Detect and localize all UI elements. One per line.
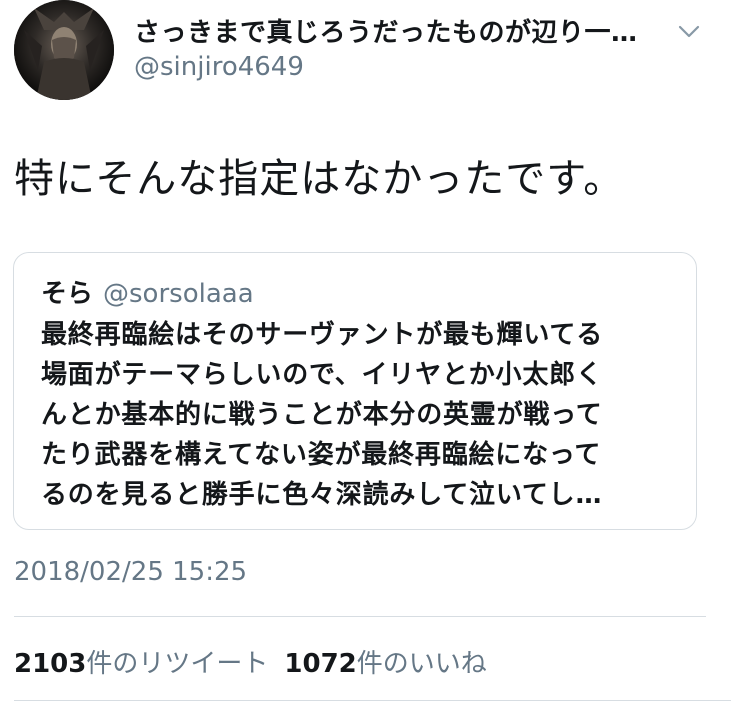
quoted-text-line: たり武器を構えてない姿が最終再臨絵になって bbox=[41, 440, 602, 470]
quoted-author-name: そら bbox=[41, 279, 94, 309]
likes-label: 件のいいね bbox=[356, 649, 487, 679]
author-name[interactable]: さっきまで真じろうだったものが辺り一… bbox=[134, 12, 638, 49]
retweets-count: 2103 bbox=[14, 649, 87, 679]
likes-stat[interactable]: 1072件のいいね bbox=[284, 643, 486, 680]
quoted-tweet-card[interactable]: そら @sorsolaaa 最終再臨絵はそのサーヴァントが最も輝いてる 場面がテー… bbox=[13, 252, 697, 530]
quoted-author-handle: @sorsolaaa bbox=[103, 279, 254, 309]
retweets-stat[interactable]: 2103件のリツイート bbox=[14, 643, 268, 680]
quoted-tweet-text: 最終再臨絵はそのサーヴァントが最も輝いてる 場面がテーマらしいので、イリヤとか小… bbox=[41, 315, 681, 515]
tweet-timestamp: 2018/02/25 15:25 bbox=[14, 557, 248, 587]
avatar[interactable] bbox=[14, 0, 114, 100]
likes-count: 1072 bbox=[284, 649, 357, 679]
avatar-image bbox=[14, 0, 114, 100]
quoted-text-line: 場面がテーマらしいので、イリヤとか小太郎く bbox=[41, 360, 603, 390]
chevron-down-icon[interactable] bbox=[676, 20, 702, 42]
author-handle[interactable]: @sinjiro4649 bbox=[134, 52, 304, 82]
retweets-label: 件のリツイート bbox=[86, 649, 269, 679]
quoted-text-line: るのを見ると勝手に色々深読みして泣いてし… bbox=[41, 480, 603, 510]
quoted-text-line: 最終再臨絵はそのサーヴァントが最も輝いてる bbox=[41, 320, 604, 350]
divider bbox=[14, 700, 731, 701]
quoted-text-line: んとか基本的に戦うことが本分の英霊が戦って bbox=[41, 400, 603, 430]
engagement-stats: 2103件のリツイート 1072件のいいね bbox=[14, 643, 503, 680]
divider bbox=[14, 616, 706, 617]
quoted-tweet-header: そら @sorsolaaa bbox=[41, 273, 254, 310]
tweet-text: 特にそんな指定はなかったです。 bbox=[14, 156, 625, 202]
